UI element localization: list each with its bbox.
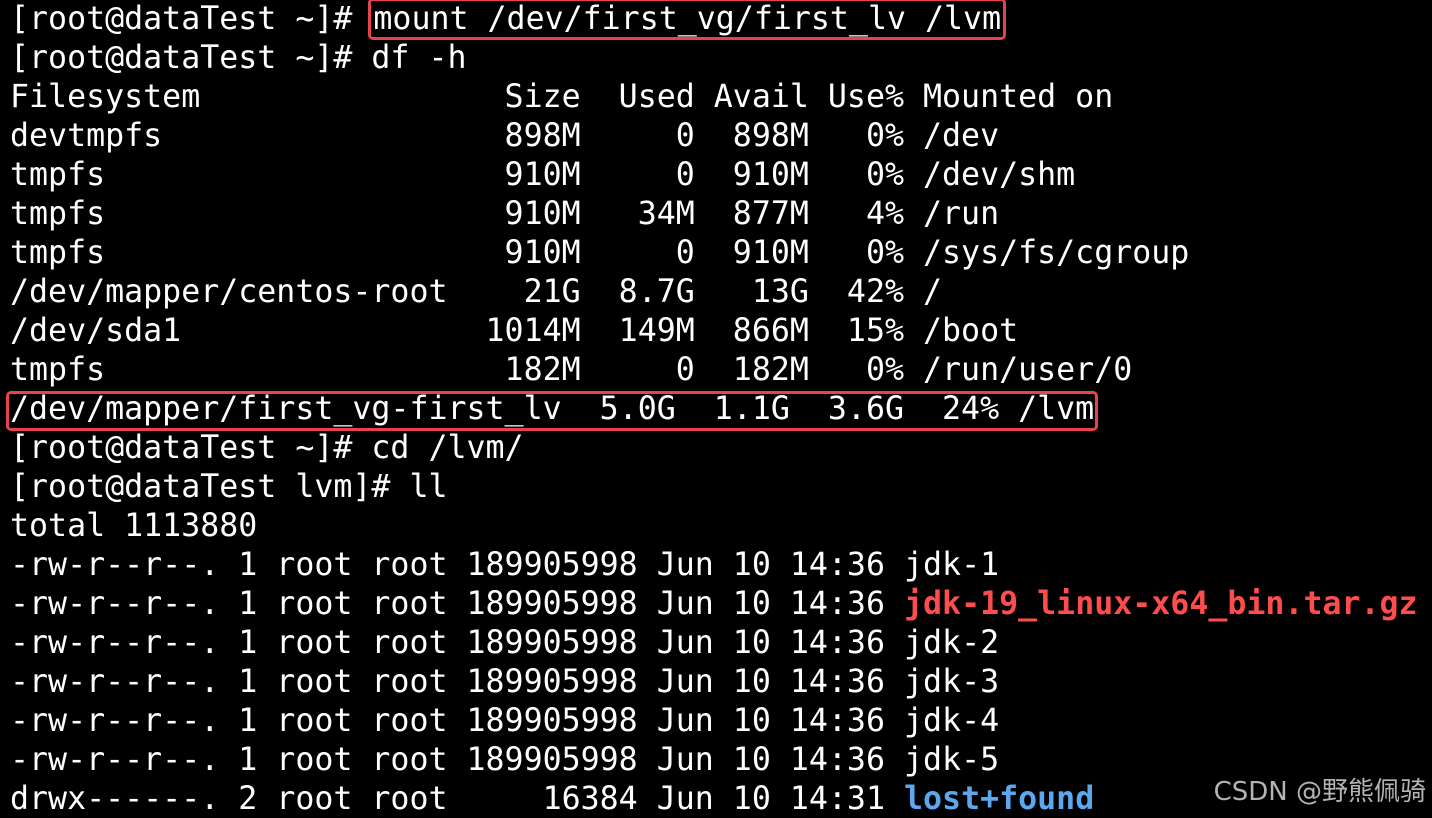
ls-file-name: jdk-1 <box>904 547 1000 583</box>
ls-archive-file-name: jdk-19_linux-x64_bin.tar.gz <box>904 586 1418 622</box>
prompt: [root@dataTest ~]# <box>10 1 372 37</box>
terminal-line-ll: [root@dataTest lvm]# ll <box>10 469 448 505</box>
terminal-line-df: [root@dataTest ~]# df -h <box>10 40 467 76</box>
highlighted-mount-command: mount /dev/first_vg/first_lv /lvm <box>368 0 1007 40</box>
df-row: /dev/mapper/centos-root 21G 8.7G 13G 42%… <box>10 274 943 310</box>
ls-row: -rw-r--r--. 1 root root 189905998 Jun 10… <box>10 663 999 702</box>
ls-row-meta: -rw-r--r--. 1 root root 189905998 Jun 10… <box>10 547 904 583</box>
df-header-row: Filesystem Size Used Avail Use% Mounted … <box>10 79 1114 115</box>
terminal-window[interactable]: [root@dataTest ~]# mount /dev/first_vg/f… <box>0 0 1432 818</box>
ls-file-name: jdk-2 <box>904 625 1000 661</box>
ls-row: -rw-r--r--. 1 root root 189905998 Jun 10… <box>10 741 999 780</box>
df-row: tmpfs 910M 0 910M 0% /dev/shm <box>10 157 1076 193</box>
ls-total-line: total 1113880 <box>10 508 258 544</box>
df-row-lvm-highlighted: /dev/mapper/first_vg-first_lv 5.0G 1.1G … <box>10 391 1095 427</box>
ls-file-name: jdk-3 <box>904 664 1000 700</box>
ls-row: drwx------. 2 root root 16384 Jun 10 14:… <box>10 780 1094 818</box>
ls-row: -rw-r--r--. 1 root root 189905998 Jun 10… <box>10 585 1418 624</box>
df-row: tmpfs 910M 34M 877M 4% /run <box>10 196 1000 232</box>
ls-row: -rw-r--r--. 1 root root 189905998 Jun 10… <box>10 624 999 663</box>
df-row: tmpfs 182M 0 182M 0% /run/user/0 <box>10 352 1133 388</box>
ls-row-meta: -rw-r--r--. 1 root root 189905998 Jun 10… <box>10 703 904 739</box>
ls-row-meta: drwx------. 2 root root 16384 Jun 10 14:… <box>10 781 904 817</box>
ls-row: -rw-r--r--. 1 root root 189905998 Jun 10… <box>10 702 999 741</box>
df-row: /dev/sda1 1014M 149M 866M 15% /boot <box>10 313 1019 349</box>
ls-file-name: jdk-4 <box>904 703 1000 739</box>
ls-row-meta: -rw-r--r--. 1 root root 189905998 Jun 10… <box>10 625 904 661</box>
ls-directory-name: lost+found <box>904 781 1095 817</box>
terminal-line-cd: [root@dataTest ~]# cd /lvm/ <box>10 430 524 466</box>
ls-row: -rw-r--r--. 1 root root 189905998 Jun 10… <box>10 546 999 585</box>
terminal-line-mount: [root@dataTest ~]# mount /dev/first_vg/f… <box>10 0 1007 40</box>
ls-row-meta: -rw-r--r--. 1 root root 189905998 Jun 10… <box>10 664 904 700</box>
ls-file-name: jdk-5 <box>904 742 1000 778</box>
ls-row-meta: -rw-r--r--. 1 root root 189905998 Jun 10… <box>10 586 904 622</box>
ls-row-meta: -rw-r--r--. 1 root root 189905998 Jun 10… <box>10 742 904 778</box>
df-row: devtmpfs 898M 0 898M 0% /dev <box>10 118 1000 154</box>
df-row: tmpfs 910M 0 910M 0% /sys/fs/cgroup <box>10 235 1190 271</box>
csdn-watermark: CSDN @野熊佩骑 <box>1213 777 1426 807</box>
